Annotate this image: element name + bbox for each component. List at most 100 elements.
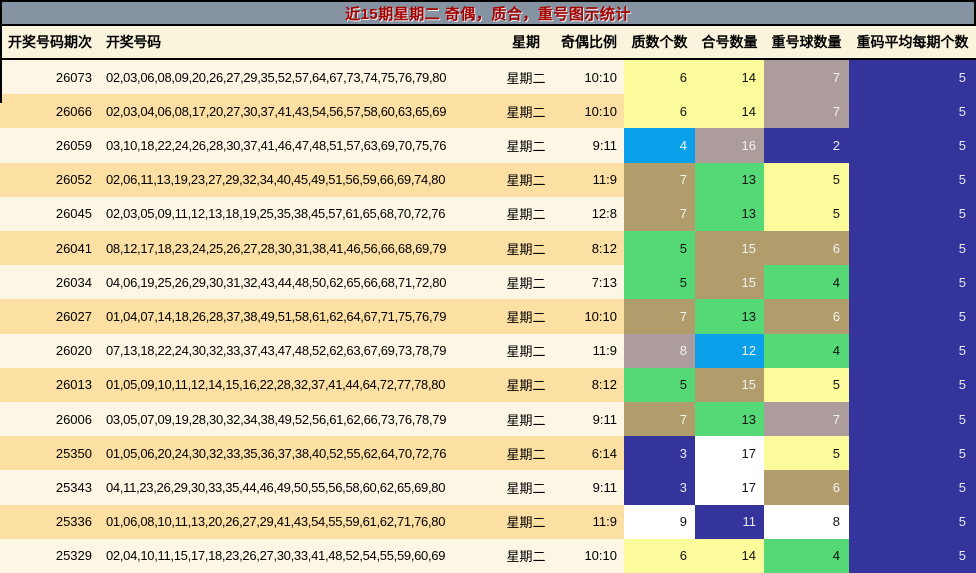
ratio-cell: 10:10 [584, 69, 617, 85]
numbers-cell: 01,06,08,10,11,13,20,26,27,29,41,43,54,5… [106, 514, 446, 530]
composite-count-cell: 13 [695, 196, 764, 232]
ratio-cell: 10:10 [584, 548, 617, 564]
week-cell: 星期二 [506, 481, 546, 497]
repeat-count-cell: 5 [764, 196, 849, 232]
numbers-cell: 01,05,09,10,11,12,14,15,16,22,28,32,37,4… [106, 377, 446, 393]
period-cell: 26073 [55, 69, 92, 85]
period-cell: 26027 [55, 309, 92, 325]
week-cell: 星期二 [506, 378, 546, 394]
avg-repeat-cell: 5 [849, 436, 976, 471]
prime-count-cell: 7 [624, 299, 695, 334]
repeat-count-cell: 4 [764, 333, 849, 368]
week-cell: 星期二 [506, 70, 546, 86]
prime-count-cell: 7 [624, 162, 695, 197]
week-cell: 星期二 [506, 446, 546, 462]
week-cell: 星期二 [506, 549, 546, 565]
numbers-cell: 03,05,07,09,19,28,30,32,34,38,49,52,56,6… [106, 411, 447, 427]
numbers-cell: 02,03,06,08,09,20,26,27,29,35,52,57,64,6… [106, 69, 447, 85]
avg-repeat-cell: 5 [849, 299, 976, 334]
avg-repeat-cell: 5 [849, 265, 976, 300]
header-numbers: 开奖号码 [106, 34, 161, 50]
table-row: 25350 01,05,06,20,24,30,32,33,35,36,37,38… [0, 436, 976, 471]
composite-count-cell: 12 [695, 333, 764, 368]
ratio-cell: 7:13 [591, 274, 617, 290]
composite-count-cell: 17 [695, 470, 764, 505]
composite-count-cell: 14 [695, 538, 764, 573]
table-header: 开奖号码期次 开奖号码 星期 奇偶比例 质数个数 合号数量 重号球数量 重码平均… [0, 26, 976, 60]
header-composite: 合号数量 [701, 34, 758, 50]
title-bar: 近15期星期二 奇偶，质合，重号图示统计 [0, 0, 976, 26]
ratio-cell: 9:11 [592, 138, 617, 153]
composite-count-cell: 15 [695, 231, 764, 266]
ratio-cell: 10:10 [584, 309, 617, 325]
week-cell: 星期二 [506, 310, 546, 326]
prime-count-cell: 9 [624, 504, 695, 539]
prime-count-cell: 5 [624, 231, 695, 266]
week-cell: 星期二 [506, 344, 546, 360]
week-cell: 星期二 [506, 275, 546, 291]
repeat-count-cell: 7 [764, 94, 849, 129]
avg-repeat-cell: 5 [849, 94, 976, 129]
repeat-count-cell: 6 [764, 231, 849, 266]
header-avg: 重码平均每期个数 [856, 34, 969, 50]
week-cell: 星期二 [506, 207, 546, 223]
week-cell: 星期二 [506, 241, 546, 257]
prime-count-cell: 4 [624, 128, 695, 163]
avg-repeat-cell: 5 [849, 538, 976, 573]
numbers-cell: 03,10,18,22,24,26,28,30,37,41,46,47,48,5… [106, 138, 447, 153]
period-cell: 26066 [55, 103, 92, 119]
period-cell: 26052 [55, 172, 92, 188]
period-cell: 25343 [55, 480, 92, 496]
prime-count-cell: 5 [624, 367, 695, 403]
table-row: 26034 04,06,19,25,26,29,30,31,32,43,44,48… [0, 265, 976, 300]
ratio-cell: 9:11 [592, 411, 617, 427]
table-row: 26073 02,03,06,08,09,20,26,27,29,35,52,57… [0, 60, 976, 95]
header-ratio: 奇偶比例 [561, 34, 617, 50]
composite-count-cell: 15 [695, 265, 764, 300]
table-row: 26045 02,03,05,09,11,12,13,18,19,25,35,38… [0, 196, 976, 232]
numbers-cell: 02,06,11,13,19,23,27,29,32,34,40,45,49,5… [106, 172, 446, 188]
period-cell: 25336 [55, 514, 92, 530]
prime-count-cell: 3 [624, 436, 695, 471]
table-body: 26073 02,03,06,08,09,20,26,27,29,35,52,57… [0, 60, 976, 573]
avg-repeat-cell: 5 [849, 196, 976, 232]
ratio-cell: 9:11 [592, 480, 617, 496]
ratio-cell: 8:12 [591, 377, 617, 393]
avg-repeat-cell: 5 [849, 367, 976, 403]
prime-count-cell: 7 [624, 196, 695, 232]
table-row: 26027 01,04,07,14,18,26,28,37,38,49,51,58… [0, 299, 976, 334]
prime-count-cell: 6 [624, 538, 695, 573]
table-row: 26041 08,12,17,18,23,24,25,26,27,28,30,31… [0, 231, 976, 266]
avg-repeat-cell: 5 [849, 470, 976, 505]
table-row: 26006 03,05,07,09,19,28,30,32,34,38,49,52… [0, 402, 976, 437]
avg-repeat-cell: 5 [849, 231, 976, 266]
lottery-stats-page: 近15期星期二 奇偶，质合，重号图示统计 开奖号码期次 开奖号码 星期 奇偶比例… [0, 0, 976, 573]
header-week: 星期 [512, 34, 540, 50]
week-cell: 星期二 [506, 173, 546, 189]
table-row: 26013 01,05,09,10,11,12,14,15,16,22,28,32… [0, 367, 976, 403]
repeat-count-cell: 7 [764, 402, 849, 437]
period-cell: 26020 [55, 343, 92, 359]
prime-count-cell: 3 [624, 470, 695, 505]
composite-count-cell: 16 [695, 128, 764, 163]
ratio-cell: 11:9 [592, 343, 617, 359]
header-repeat: 重号球数量 [771, 34, 842, 50]
avg-repeat-cell: 5 [849, 333, 976, 368]
table-row: 26066 02,03,04,06,08,17,20,27,30,37,41,43… [0, 94, 976, 129]
week-cell: 星期二 [506, 515, 546, 531]
table-row: 26020 07,13,18,22,24,30,32,33,37,43,47,48… [0, 333, 976, 368]
numbers-cell: 02,03,05,09,11,12,13,18,19,25,35,38,45,5… [106, 206, 446, 222]
composite-count-cell: 17 [695, 436, 764, 471]
composite-count-cell: 15 [695, 367, 764, 403]
repeat-count-cell: 5 [764, 162, 849, 197]
avg-repeat-cell: 5 [849, 128, 976, 163]
ratio-cell: 6:14 [591, 445, 617, 461]
repeat-count-cell: 5 [764, 367, 849, 403]
ratio-cell: 8:12 [591, 240, 617, 256]
composite-count-cell: 14 [695, 94, 764, 129]
numbers-cell: 08,12,17,18,23,24,25,26,27,28,30,31,38,4… [106, 240, 447, 256]
week-cell: 星期二 [506, 104, 546, 120]
repeat-count-cell: 5 [764, 436, 849, 471]
repeat-count-cell: 7 [764, 60, 849, 95]
numbers-cell: 04,06,19,25,26,29,30,31,32,43,44,48,50,6… [106, 274, 447, 290]
